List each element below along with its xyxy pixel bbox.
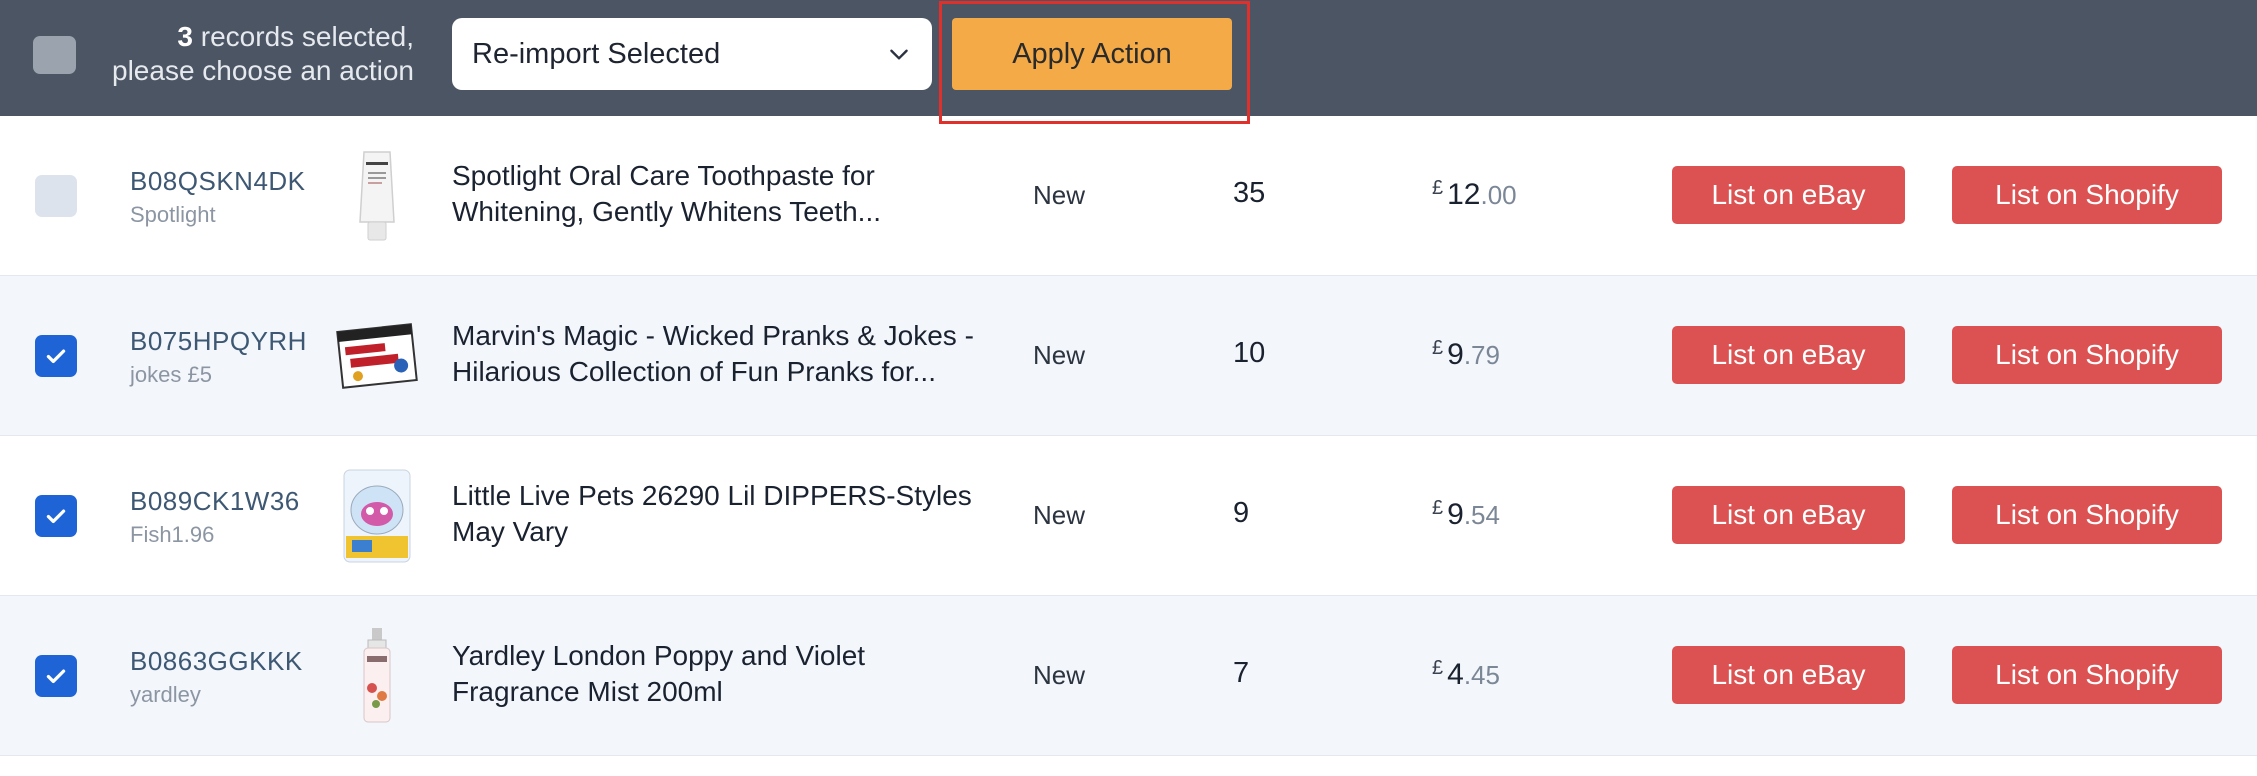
price-currency: £ [1432, 177, 1444, 199]
sku-subtitle: yardley [130, 682, 201, 707]
price-cents: .79 [1463, 340, 1500, 370]
list-on-shopify-button[interactable]: List on Shopify [1952, 646, 2222, 704]
list-on-ebay-button[interactable]: List on eBay [1672, 326, 1905, 384]
price-cents: .54 [1463, 500, 1500, 530]
quantity: 7 [1233, 657, 1250, 689]
quantity: 9 [1233, 497, 1250, 529]
selected-count: 3 [177, 21, 193, 52]
price: £12.00 [1432, 177, 1517, 212]
table-row: B0863GGKKK yardley Yardley London Poppy … [0, 596, 2257, 756]
mist-bottle-image [334, 626, 420, 726]
quantity: 35 [1233, 177, 1266, 209]
price-currency: £ [1432, 497, 1444, 519]
sku-subtitle: jokes £5 [130, 362, 212, 387]
products-page: 3 records selected, please choose an act… [0, 0, 2257, 776]
row-checkbox[interactable] [35, 335, 77, 377]
sku[interactable]: B0863GGKKK [130, 646, 303, 677]
checkmark-icon [46, 509, 66, 524]
price: £9.54 [1432, 497, 1500, 532]
selection-text-line1: records selected, [193, 21, 414, 52]
price-cents: .45 [1463, 660, 1500, 690]
chevron-down-icon [890, 49, 908, 60]
toy-package-image [334, 466, 420, 566]
list-on-ebay-button[interactable]: List on eBay [1672, 646, 1905, 704]
apply-action-button[interactable]: Apply Action [952, 18, 1232, 90]
select-all-checkbox[interactable] [33, 36, 76, 74]
checkmark-icon [46, 669, 66, 684]
list-on-shopify-button[interactable]: List on Shopify [1952, 486, 2222, 544]
price-main: 12 [1447, 178, 1481, 211]
price-cents: .00 [1480, 180, 1517, 210]
pranks-box-image [334, 306, 420, 406]
product-title[interactable]: Spotlight Oral Care Toothpaste for White… [452, 158, 982, 230]
sku-subtitle: Spotlight [130, 202, 216, 227]
list-on-shopify-button[interactable]: List on Shopify [1952, 166, 2222, 224]
price-main: 9 [1447, 338, 1464, 371]
product-title[interactable]: Little Live Pets 26290 Lil DIPPERS-Style… [452, 478, 982, 550]
sku[interactable]: B075HPQYRH [130, 326, 307, 357]
table-row: B089CK1W36 Fish1.96 Little Live Pets 262… [0, 436, 2257, 596]
price-currency: £ [1432, 657, 1444, 679]
price-currency: £ [1432, 337, 1444, 359]
price-main: 4 [1447, 658, 1464, 691]
list-on-shopify-button[interactable]: List on Shopify [1952, 326, 2222, 384]
price: £4.45 [1432, 657, 1500, 692]
row-checkbox[interactable] [35, 175, 77, 217]
price: £9.79 [1432, 337, 1500, 372]
bulk-action-select[interactable]: Re-import Selected [452, 18, 932, 90]
row-checkbox[interactable] [35, 495, 77, 537]
selection-text-line2: please choose an action [112, 55, 414, 86]
condition: New [1033, 660, 1086, 690]
sku[interactable]: B08QSKN4DK [130, 166, 306, 197]
condition: New [1033, 500, 1086, 530]
sku[interactable]: B089CK1W36 [130, 486, 300, 517]
row-checkbox[interactable] [35, 655, 77, 697]
list-on-ebay-button[interactable]: List on eBay [1672, 486, 1905, 544]
sku-subtitle: Fish1.96 [130, 522, 215, 547]
bulk-action-select-value: Re-import Selected [472, 37, 721, 70]
price-main: 9 [1447, 498, 1464, 531]
condition: New [1033, 340, 1086, 370]
checkmark-icon [46, 349, 66, 364]
product-title[interactable]: Marvin's Magic - Wicked Pranks & Jokes -… [452, 318, 982, 390]
bulk-action-bar: 3 records selected, please choose an act… [0, 0, 2257, 124]
condition: New [1033, 180, 1086, 210]
product-list: B08QSKN4DK Spotlight Spotlight Oral Care… [0, 116, 2257, 756]
product-title[interactable]: Yardley London Poppy and Violet Fragranc… [452, 638, 982, 710]
table-row: B075HPQYRH jokes £5 Marvin's Magic - Wic… [0, 276, 2257, 436]
list-on-ebay-button[interactable]: List on eBay [1672, 166, 1905, 224]
quantity: 10 [1233, 337, 1266, 369]
toothpaste-tube-image [334, 146, 420, 246]
table-row: B08QSKN4DK Spotlight Spotlight Oral Care… [0, 116, 2257, 276]
selection-summary: 3 records selected, please choose an act… [90, 20, 414, 88]
